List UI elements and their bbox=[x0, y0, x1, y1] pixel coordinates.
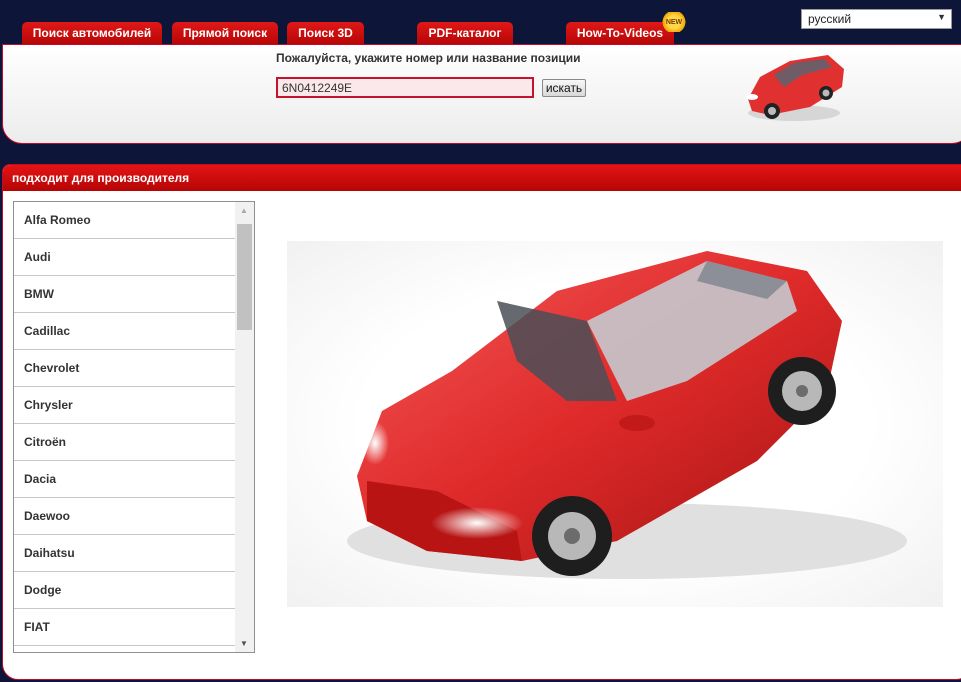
list-scrollbar[interactable]: ▲ ▼ bbox=[235, 202, 254, 652]
list-item[interactable]: Chrysler bbox=[14, 387, 243, 424]
chevron-down-icon: ▼ bbox=[937, 12, 946, 22]
new-badge: NEW bbox=[662, 12, 686, 32]
list-item[interactable]: Dodge bbox=[14, 572, 243, 609]
arrow-up-icon[interactable]: ▲ bbox=[240, 206, 248, 215]
section-header: подходит для производителя bbox=[3, 165, 961, 191]
search-button[interactable]: искать bbox=[542, 79, 586, 97]
tab-vehicle-search[interactable]: Поиск автомобилей bbox=[22, 22, 162, 44]
language-select-value: русский bbox=[808, 12, 852, 26]
car-thumbnail-icon[interactable] bbox=[740, 47, 848, 127]
tab-direct-search[interactable]: Прямой поиск bbox=[172, 22, 278, 44]
search-prompt: Пожалуйста, укажите номер или название п… bbox=[276, 51, 581, 65]
list-item[interactable]: Daewoo bbox=[14, 498, 243, 535]
tab-search-3d[interactable]: Поиск 3D bbox=[287, 22, 364, 44]
list-item[interactable]: Daihatsu bbox=[14, 535, 243, 572]
search-panel: Пожалуйста, укажите номер или название п… bbox=[2, 44, 961, 144]
tab-how-to-videos[interactable]: How-To-Videos bbox=[566, 22, 674, 44]
list-item[interactable]: Cadillac bbox=[14, 313, 243, 350]
list-item[interactable]: Chevrolet bbox=[14, 350, 243, 387]
car-3d-view[interactable] bbox=[287, 241, 943, 607]
manufacturer-list[interactable]: Alfa Romeo Audi BMW Cadillac Chevrolet C… bbox=[13, 201, 255, 653]
list-item[interactable]: BMW bbox=[14, 276, 243, 313]
top-navigation: Поиск автомобилей Прямой поиск Поиск 3D … bbox=[0, 0, 961, 44]
scroll-thumb[interactable] bbox=[237, 224, 252, 330]
tab-pdf-catalog[interactable]: PDF-каталог bbox=[417, 22, 513, 44]
list-item[interactable]: FIAT bbox=[14, 609, 243, 646]
search-input[interactable]: 6N0412249E bbox=[276, 77, 534, 98]
list-item[interactable]: Alfa Romeo bbox=[14, 202, 243, 239]
list-item[interactable]: Dacia bbox=[14, 461, 243, 498]
list-item[interactable]: Citroën bbox=[14, 424, 243, 461]
arrow-down-icon[interactable]: ▼ bbox=[240, 639, 248, 648]
car-3d-model-icon[interactable] bbox=[287, 241, 943, 607]
manufacturer-panel: подходит для производителя Alfa Romeo Au… bbox=[2, 164, 961, 680]
list-item[interactable]: Audi bbox=[14, 239, 243, 276]
language-select[interactable]: русский ▼ bbox=[801, 9, 952, 29]
